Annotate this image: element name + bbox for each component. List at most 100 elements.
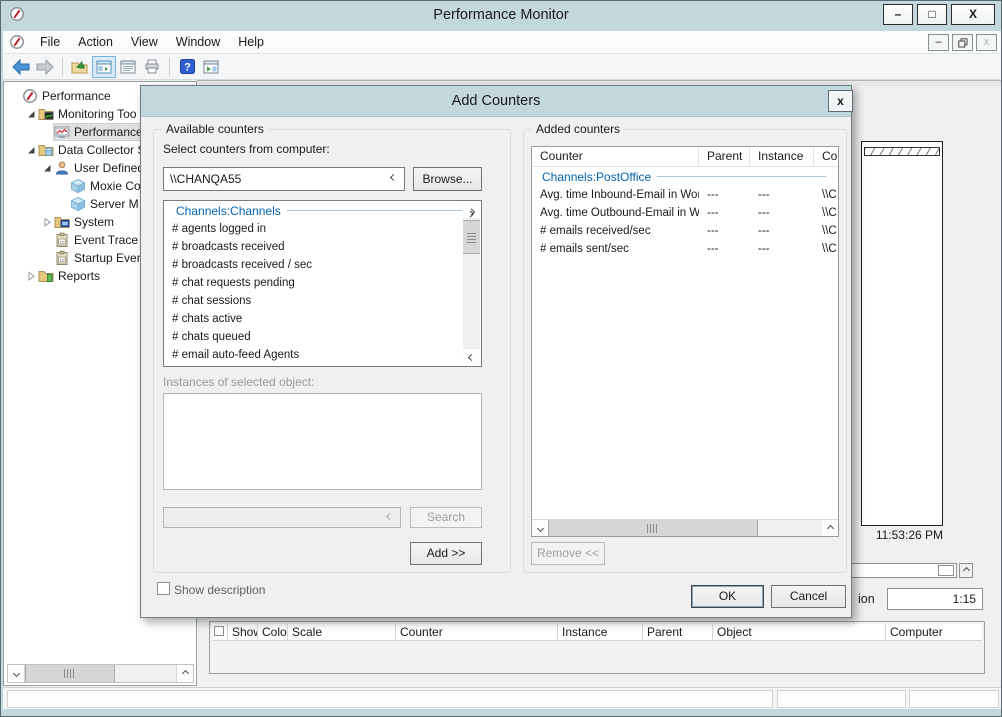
expanded-arrow-icon[interactable] xyxy=(40,163,54,173)
cancel-button[interactable]: Cancel xyxy=(771,585,846,608)
legend-column-counter[interactable]: Counter xyxy=(396,624,558,640)
forward-icon xyxy=(35,58,55,76)
restore-icon xyxy=(958,38,968,48)
menu-bar: FileActionViewWindowHelp – x xyxy=(3,31,1001,54)
expanded-arrow-icon[interactable] xyxy=(24,145,38,155)
tree-item-label: Monitoring Too xyxy=(58,107,137,121)
legend-column-parent[interactable]: Parent xyxy=(643,624,713,640)
mdi-minimize-button[interactable]: – xyxy=(928,34,949,51)
toolbar-properties-button[interactable] xyxy=(116,56,140,78)
collapsed-arrow-icon[interactable] xyxy=(40,217,54,227)
minimize-button[interactable]: – xyxy=(883,4,913,25)
menu-window[interactable]: Window xyxy=(167,31,229,53)
added-counter-group-header[interactable]: Channels:PostOffice xyxy=(532,167,838,186)
tree-item-label: Startup Even xyxy=(74,251,143,265)
expanded-arrow-icon[interactable] xyxy=(24,109,38,119)
toolbar: ? xyxy=(3,54,1001,80)
column-header-co[interactable]: Co xyxy=(814,147,838,166)
instances-list xyxy=(163,393,482,490)
menu-view[interactable]: View xyxy=(122,31,167,53)
legend-column-object[interactable]: Object xyxy=(713,624,886,640)
window-title: Performance Monitor xyxy=(1,7,1001,23)
column-header-parent[interactable]: Parent xyxy=(699,147,750,166)
menu-action[interactable]: Action xyxy=(69,31,122,53)
toolbar-new-window-button[interactable] xyxy=(199,56,223,78)
cell-computer: \\C xyxy=(814,207,839,219)
select-computer-label: Select counters from computer: xyxy=(163,142,330,156)
tree-item-label: Moxie Co xyxy=(90,179,141,193)
scroll-left-button[interactable] xyxy=(532,520,548,536)
scroll-right-button[interactable] xyxy=(822,520,838,536)
scroll-right-button[interactable] xyxy=(959,563,973,578)
maximize-button[interactable]: □ xyxy=(917,4,947,25)
cell-counter: Avg. time Inbound-Email in Wor... xyxy=(532,189,699,201)
legend-select-all-checkbox[interactable] xyxy=(214,626,224,636)
toolbar-back-button[interactable] xyxy=(9,56,33,78)
cube-icon xyxy=(70,196,86,212)
added-counter-row[interactable]: Avg. time Outbound-Email in W...------\\… xyxy=(532,204,838,222)
toolbar-help-button[interactable]: ? xyxy=(175,56,199,78)
tree-item-label: Data Collector S xyxy=(58,143,145,157)
dialog-close-button[interactable]: x xyxy=(828,90,853,112)
toolbar-console-tree-button[interactable] xyxy=(92,56,116,78)
added-table-header: CounterParentInstanceCo xyxy=(532,147,838,167)
tree-item-label: System xyxy=(74,215,114,229)
counter-list-item[interactable]: # chat requests pending xyxy=(164,274,481,292)
cell-parent: --- xyxy=(699,207,750,219)
toolbar-print-button[interactable] xyxy=(140,56,164,78)
ok-button[interactable]: OK xyxy=(691,585,764,608)
toolbar-forward-button[interactable] xyxy=(33,56,57,78)
available-counters-list[interactable]: Channels:Channels# agents logged in# bro… xyxy=(163,200,482,367)
added-counter-row[interactable]: # emails received/sec------\\C xyxy=(532,222,838,240)
computer-combobox[interactable]: \\CHANQA55 xyxy=(163,167,405,191)
scroll-left-button[interactable] xyxy=(8,665,25,682)
mdi-restore-button[interactable] xyxy=(952,34,973,51)
legend-column-color[interactable]: Color xyxy=(258,624,288,640)
show-description-checkbox[interactable] xyxy=(157,582,170,595)
added-counter-row[interactable]: Avg. time Inbound-Email in Wor...------\… xyxy=(532,186,838,204)
legend-column-instance[interactable]: Instance xyxy=(558,624,643,640)
close-button[interactable]: X xyxy=(951,4,995,25)
counter-group-header[interactable]: Channels:Channels xyxy=(164,201,481,220)
status-panel xyxy=(777,690,906,708)
legend-column-scale[interactable]: Scale xyxy=(288,624,396,640)
scrollbar-thumb[interactable] xyxy=(938,565,954,576)
menu-file[interactable]: File xyxy=(31,31,69,53)
column-header-instance[interactable]: Instance xyxy=(750,147,814,166)
cell-parent: --- xyxy=(699,243,750,255)
scrollbar-thumb[interactable] xyxy=(25,665,115,682)
added-counters-table[interactable]: CounterParentInstanceCoChannels:PostOffi… xyxy=(531,146,839,537)
counter-legend-panel: ShowColorScaleCounterInstanceParentObjec… xyxy=(209,621,985,674)
tree-horizontal-scrollbar[interactable] xyxy=(7,664,194,683)
added-counter-row[interactable]: # emails sent/sec------\\C xyxy=(532,240,838,258)
available-list-scrollbar[interactable] xyxy=(463,202,480,365)
legend-column-show[interactable]: Show xyxy=(228,624,258,640)
tree-item-label: Performance xyxy=(42,89,111,103)
counter-list-item[interactable]: # chats queued xyxy=(164,328,481,346)
cell-computer: \\C xyxy=(814,189,839,201)
column-header-counter[interactable]: Counter xyxy=(532,147,699,166)
menu-help[interactable]: Help xyxy=(229,31,273,53)
counter-group-label: Channels:Channels xyxy=(176,204,281,218)
counter-list-item[interactable]: # agents logged in xyxy=(164,220,481,238)
scroll-down-button[interactable] xyxy=(463,349,480,365)
tree-item-label: User Defined xyxy=(74,161,144,175)
scroll-right-button[interactable] xyxy=(176,665,193,682)
browse-button[interactable]: Browse... xyxy=(413,167,482,191)
counter-list-item[interactable]: # chats active xyxy=(164,310,481,328)
toolbar-export-button[interactable] xyxy=(68,56,92,78)
added-table-horizontal-scrollbar[interactable] xyxy=(532,519,838,536)
tree-item-label: Server M xyxy=(90,197,139,211)
counter-list-item[interactable]: # chat sessions xyxy=(164,292,481,310)
counter-list-item[interactable]: # broadcasts received xyxy=(164,238,481,256)
legend-checkbox-cell xyxy=(212,624,228,640)
collapsed-arrow-icon[interactable] xyxy=(24,271,38,281)
add-button[interactable]: Add >> xyxy=(410,542,482,565)
counter-list-item[interactable]: # email auto-feed Agents xyxy=(164,346,481,364)
scrollbar-thumb[interactable] xyxy=(548,520,758,536)
dialog-title: Add Counters xyxy=(141,93,851,109)
scrollbar-thumb[interactable] xyxy=(463,220,480,254)
counter-list-item[interactable]: # broadcasts received / sec xyxy=(164,256,481,274)
legend-column-computer[interactable]: Computer xyxy=(886,624,980,640)
svg-text:10: 10 xyxy=(59,258,65,263)
